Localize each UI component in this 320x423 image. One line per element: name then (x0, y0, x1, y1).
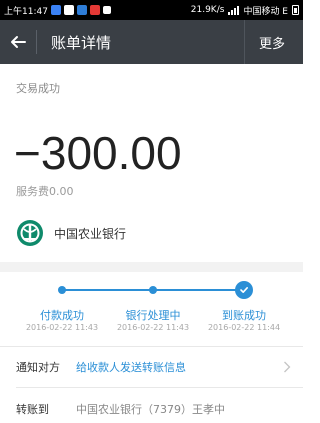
transfer-to-row: 转账到 中国农业银行（7379）王孝中 (0, 389, 303, 423)
step-label: 银行处理中 (125, 309, 181, 322)
step-label: 付款成功 (40, 309, 84, 322)
notification-app-icon (76, 5, 87, 15)
row-divider (16, 387, 303, 388)
carrier: 中国移动 E (243, 6, 288, 17)
network-speed: 21.9K/s (190, 5, 225, 15)
service-fee: 服务费0.00 (16, 185, 74, 198)
bank-name: 中国农业银行 (54, 226, 127, 241)
status-right: 21.9K/s 中国移动 E (191, 4, 299, 17)
notify-link[interactable]: 给收款人发送转账信息 (76, 359, 186, 375)
notification-app-icon (102, 6, 111, 14)
nav-divider (36, 30, 37, 54)
section-separator (0, 262, 303, 272)
signal-icon (228, 5, 240, 15)
step-label: 到账成功 (222, 309, 266, 322)
step-time: 2016-02-22 11:43 (25, 323, 99, 332)
status-left: 上午11:47 (4, 4, 111, 17)
notification-app-icon (63, 5, 74, 15)
transfer-account: 中国农业银行（7379）王孝中 (76, 403, 225, 416)
notify-label: 通知对方 (16, 361, 60, 374)
battery-icon (292, 5, 299, 15)
transaction-amount: −300.00 (14, 127, 182, 179)
step-time: 2016-02-22 11:44 (207, 323, 281, 332)
notify-recipient-row[interactable]: 通知对方 给收款人发送转账信息 (0, 347, 303, 387)
bank-row: 中国农业银行 (16, 219, 126, 247)
status-bar: 上午11:47 21.9K/s 中国移动 E (0, 0, 303, 20)
notification-app-icon (89, 5, 100, 15)
chevron-right-icon (284, 361, 291, 373)
page-title: 账单详情 (51, 33, 112, 52)
transfer-progress: 付款成功 银行处理中 到账成功 2016-02-22 11:43 2016-02… (0, 272, 303, 344)
step-time: 2016-02-22 11:43 (116, 323, 190, 332)
back-button[interactable] (0, 20, 36, 64)
nav-bar: 账单详情 更多 (0, 20, 303, 64)
notification-app-icon (50, 5, 61, 15)
transaction-status: 交易成功 (16, 82, 60, 95)
step-dot (58, 286, 66, 294)
check-icon (235, 281, 253, 299)
clock: 上午11:47 (4, 6, 48, 17)
arrow-left-icon (11, 36, 26, 48)
agricultural-bank-logo-icon (17, 220, 43, 246)
step-dot (149, 286, 157, 294)
more-button[interactable]: 更多 (243, 20, 303, 64)
transfer-label: 转账到 (16, 403, 49, 416)
